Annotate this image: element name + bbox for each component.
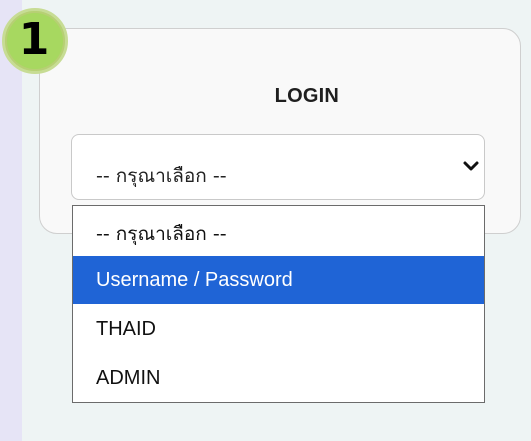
step-badge: 1	[2, 8, 68, 74]
chevron-down-icon	[463, 161, 479, 171]
option-thaid[interactable]: THAID	[73, 305, 484, 353]
step-number: 1	[18, 14, 50, 65]
login-method-dropdown: -- กรุณาเลือก -- Username / Password THA…	[72, 205, 485, 403]
option-admin[interactable]: ADMIN	[73, 354, 484, 402]
select-value: -- กรุณาเลือก --	[96, 165, 227, 187]
option-username-password[interactable]: Username / Password	[73, 256, 484, 304]
login-card: LOGIN	[39, 28, 521, 234]
login-method-select[interactable]: -- กรุณาเลือก --	[71, 134, 485, 200]
option-please-select[interactable]: -- กรุณาเลือก --	[73, 210, 484, 258]
login-title: LOGIN	[274, 85, 339, 107]
